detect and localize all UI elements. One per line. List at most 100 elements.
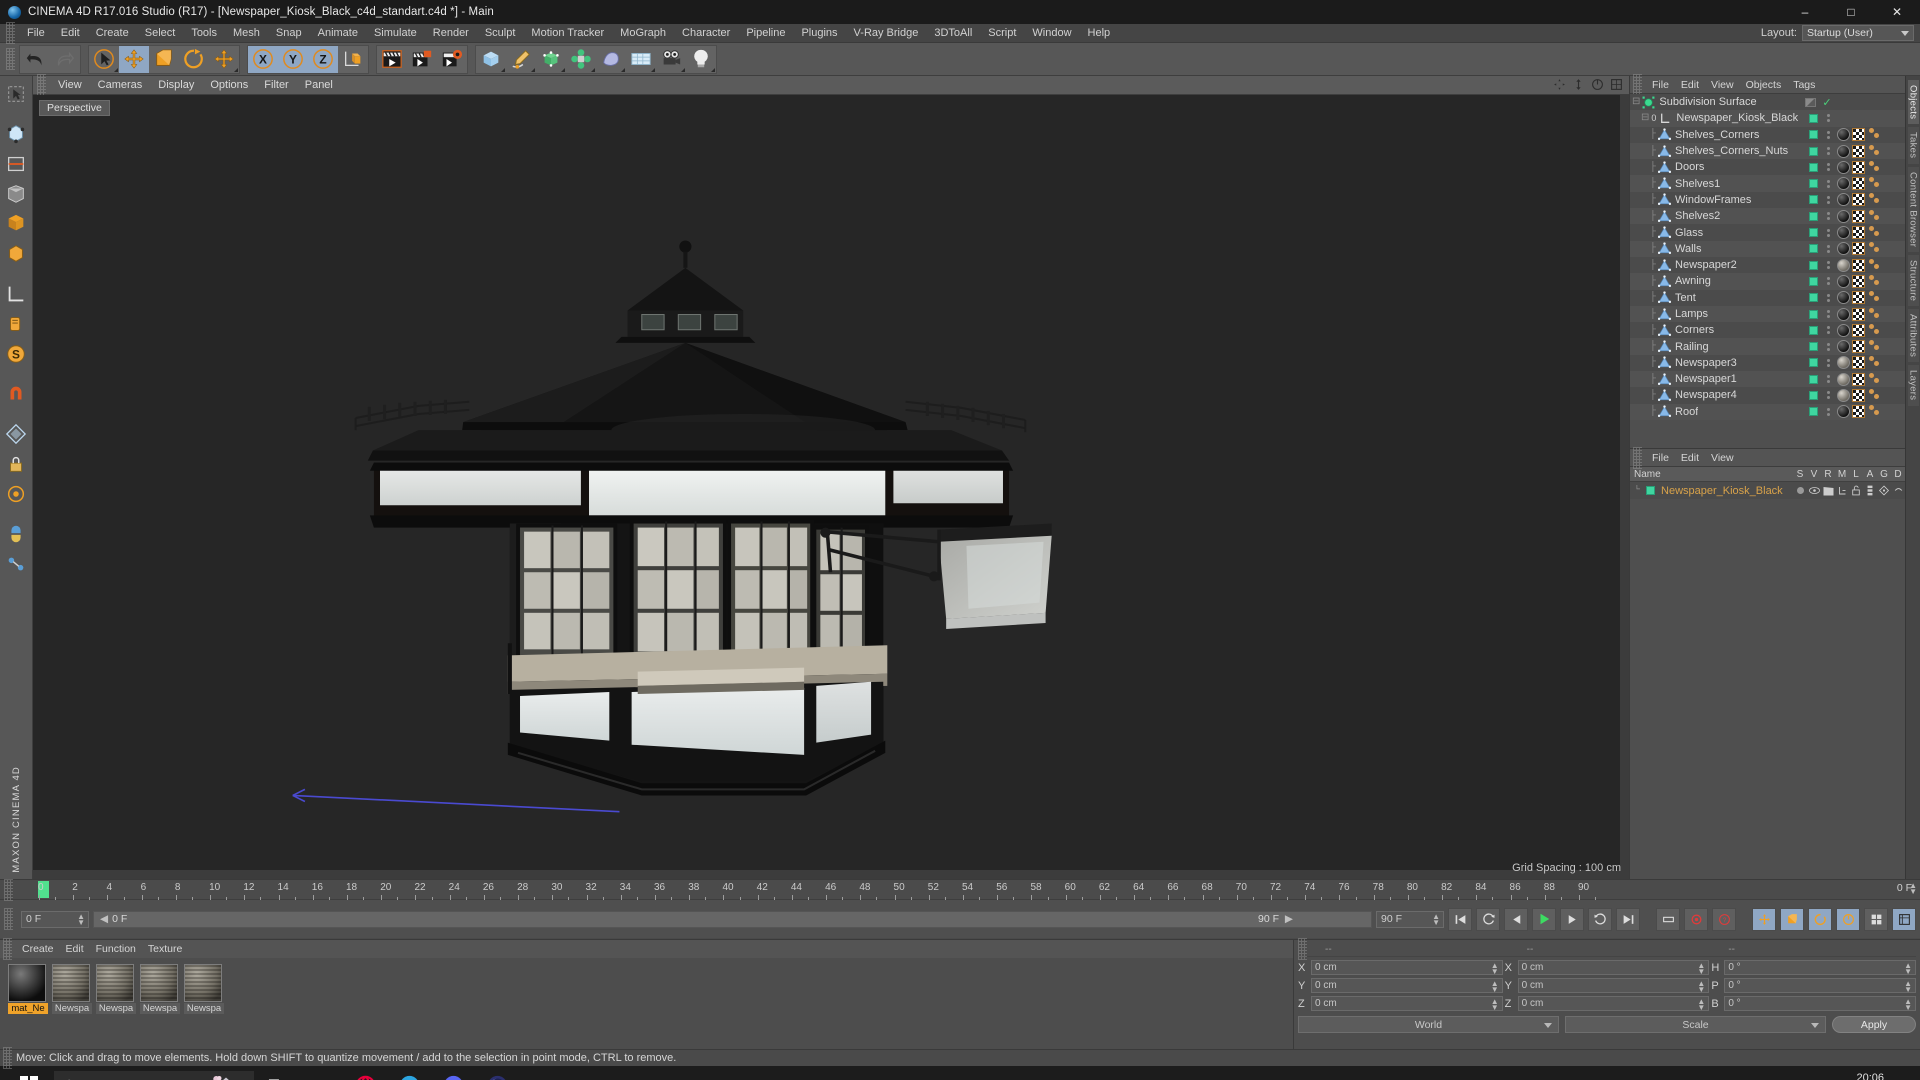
object-menu-tags[interactable]: Tags <box>1787 76 1821 94</box>
edge-mode-button[interactable] <box>2 149 31 178</box>
visibility-dots-toggle[interactable] <box>1823 358 1833 367</box>
spinner-icon[interactable]: ▲ ▼ <box>1491 980 1499 994</box>
object-tags[interactable] <box>1833 372 1905 386</box>
menu-help[interactable]: Help <box>1080 24 1119 43</box>
menu-motion-tracker[interactable]: Motion Tracker <box>523 24 612 43</box>
minimize-button[interactable]: – <box>1782 0 1828 24</box>
step-back-button[interactable] <box>1504 907 1528 931</box>
viewport-menu-display[interactable]: Display <box>150 76 202 95</box>
object-row[interactable]: ├ Tent <box>1630 289 1905 306</box>
visibility-color-swatch[interactable] <box>1809 276 1818 286</box>
spinner-icon[interactable]: ▲ ▼ <box>1491 998 1499 1012</box>
frame-spinner-icon[interactable]: ▲ ▼ <box>77 912 85 926</box>
visibility-color-swatch[interactable] <box>1809 195 1818 205</box>
name-column-header-v[interactable]: V <box>1807 469 1821 480</box>
selection-tag-icon[interactable] <box>1867 193 1881 206</box>
render-settings-button[interactable] <box>437 46 467 73</box>
material-tag-icon[interactable] <box>1837 307 1850 321</box>
selection-tag-icon[interactable] <box>1867 388 1881 402</box>
material-tag-icon[interactable] <box>1837 274 1850 288</box>
material-preview-sphere[interactable] <box>96 964 134 1002</box>
name-column-header-s[interactable]: S <box>1793 469 1807 480</box>
cube-primitive-button[interactable] <box>476 46 506 73</box>
visibility-color-swatch[interactable] <box>1809 407 1818 417</box>
uv-texture-tag-icon[interactable] <box>1852 274 1865 288</box>
name-manager-grip-handle[interactable] <box>1633 446 1642 469</box>
material-tag-icon[interactable] <box>1837 388 1850 402</box>
visibility-dots-toggle[interactable] <box>1823 293 1833 302</box>
viewport-menu-view[interactable]: View <box>50 76 90 95</box>
spline-pen-button[interactable] <box>506 46 536 73</box>
material-tag-icon[interactable] <box>1837 340 1850 354</box>
world-object-coordinate-button[interactable] <box>338 46 368 73</box>
end-frame-spinner-icon[interactable]: ▲ ▼ <box>1432 912 1440 926</box>
spinner-icon[interactable]: ▲ ▼ <box>1904 962 1912 976</box>
object-row[interactable]: ├ Newspaper1 <box>1630 371 1905 388</box>
visibility-color-swatch[interactable] <box>1809 244 1818 254</box>
telegram-button[interactable]: 21 <box>388 1066 430 1080</box>
rotate-view-icon[interactable] <box>1591 78 1604 91</box>
visibility-color-swatch[interactable] <box>1809 113 1818 123</box>
visibility-dots-toggle[interactable] <box>1823 375 1833 384</box>
discord-button[interactable] <box>432 1066 474 1080</box>
light-button[interactable] <box>686 46 716 73</box>
selection-tag-icon[interactable] <box>1867 405 1881 418</box>
python-script-button[interactable] <box>2 519 31 548</box>
name-column-header-m[interactable]: M <box>1835 469 1849 480</box>
perspective-viewport[interactable]: Perspective Grid Spacing: 100 cm <box>33 95 1629 879</box>
expand-collapse-icon[interactable]: ⊟ <box>1632 96 1640 108</box>
visibility-color-swatch[interactable] <box>1809 358 1818 368</box>
visibility-dots-toggle[interactable] <box>1823 195 1833 204</box>
object-menu-view[interactable]: View <box>1705 76 1740 94</box>
name-menu-edit[interactable]: Edit <box>1675 449 1705 467</box>
menu-mograph[interactable]: MoGraph <box>612 24 674 43</box>
object-row[interactable]: ├ Awning <box>1630 273 1905 290</box>
nurbs-generator-button[interactable] <box>536 46 566 73</box>
menu-pipeline[interactable]: Pipeline <box>738 24 793 43</box>
name-column-header-name[interactable]: Name <box>1630 469 1793 480</box>
material-grip-handle[interactable] <box>3 938 12 960</box>
object-row[interactable]: ⊟ Subdivision Surface ✓ <box>1630 94 1905 111</box>
viewport-menu-cameras[interactable]: Cameras <box>90 76 151 95</box>
visibility-color-swatch[interactable] <box>1809 374 1818 384</box>
layout-dropdown[interactable]: Startup (User) <box>1802 25 1914 41</box>
go-to-start-button[interactable] <box>1448 907 1472 931</box>
name-column-header-l[interactable]: L <box>1849 469 1863 480</box>
uv-texture-tag-icon[interactable] <box>1852 372 1865 386</box>
timeline-grip-handle[interactable] <box>4 878 13 901</box>
object-row[interactable]: ├ Roof <box>1630 403 1905 420</box>
deform-icon[interactable] <box>1891 486 1905 495</box>
object-tags[interactable] <box>1833 388 1905 402</box>
object-menu-file[interactable]: File <box>1646 76 1675 94</box>
material-swatch[interactable]: Newspa <box>52 964 92 1014</box>
object-tags[interactable] <box>1833 274 1905 288</box>
visibility-color-swatch[interactable] <box>1809 390 1818 400</box>
coordinate-space-dropdown[interactable]: World <box>1298 1016 1559 1033</box>
material-preview-sphere[interactable] <box>8 964 46 1002</box>
viewport-menu-panel[interactable]: Panel <box>297 76 341 95</box>
start-button[interactable] <box>6 1066 52 1080</box>
object-menu-objects[interactable]: Objects <box>1740 76 1788 94</box>
end-frame-field[interactable]: 90 F ▲ ▼ <box>1376 910 1444 928</box>
spinner-icon[interactable]: ▲ ▼ <box>1904 980 1912 994</box>
render-clapper-icon[interactable] <box>1821 486 1835 496</box>
object-tags[interactable] <box>1833 226 1905 240</box>
visibility-dots-toggle[interactable] <box>1823 163 1833 172</box>
material-tag-icon[interactable] <box>1837 144 1850 158</box>
menu-grip-handle[interactable] <box>6 22 15 44</box>
selection-tag-icon[interactable] <box>1867 340 1881 353</box>
select-tool-button[interactable] <box>89 46 119 73</box>
material-menu-function[interactable]: Function <box>90 940 142 958</box>
polygon-mode-button[interactable] <box>2 179 31 208</box>
visibility-dots-toggle[interactable] <box>1823 130 1833 139</box>
timeline-mode-button[interactable] <box>1892 907 1916 931</box>
selection-tag-icon[interactable] <box>1867 307 1881 321</box>
selection-tag-icon[interactable] <box>1867 372 1881 386</box>
menu-edit[interactable]: Edit <box>53 24 88 43</box>
snap-toggle-button[interactable] <box>2 419 31 448</box>
scale-key-button[interactable] <box>1780 907 1804 931</box>
uv-texture-tag-icon[interactable] <box>1852 177 1865 191</box>
slider-right-arrow-icon[interactable]: ▶ <box>1285 913 1293 925</box>
material-menu-texture[interactable]: Texture <box>142 940 188 958</box>
expand-collapse-icon[interactable]: ⊟ <box>1641 112 1649 124</box>
